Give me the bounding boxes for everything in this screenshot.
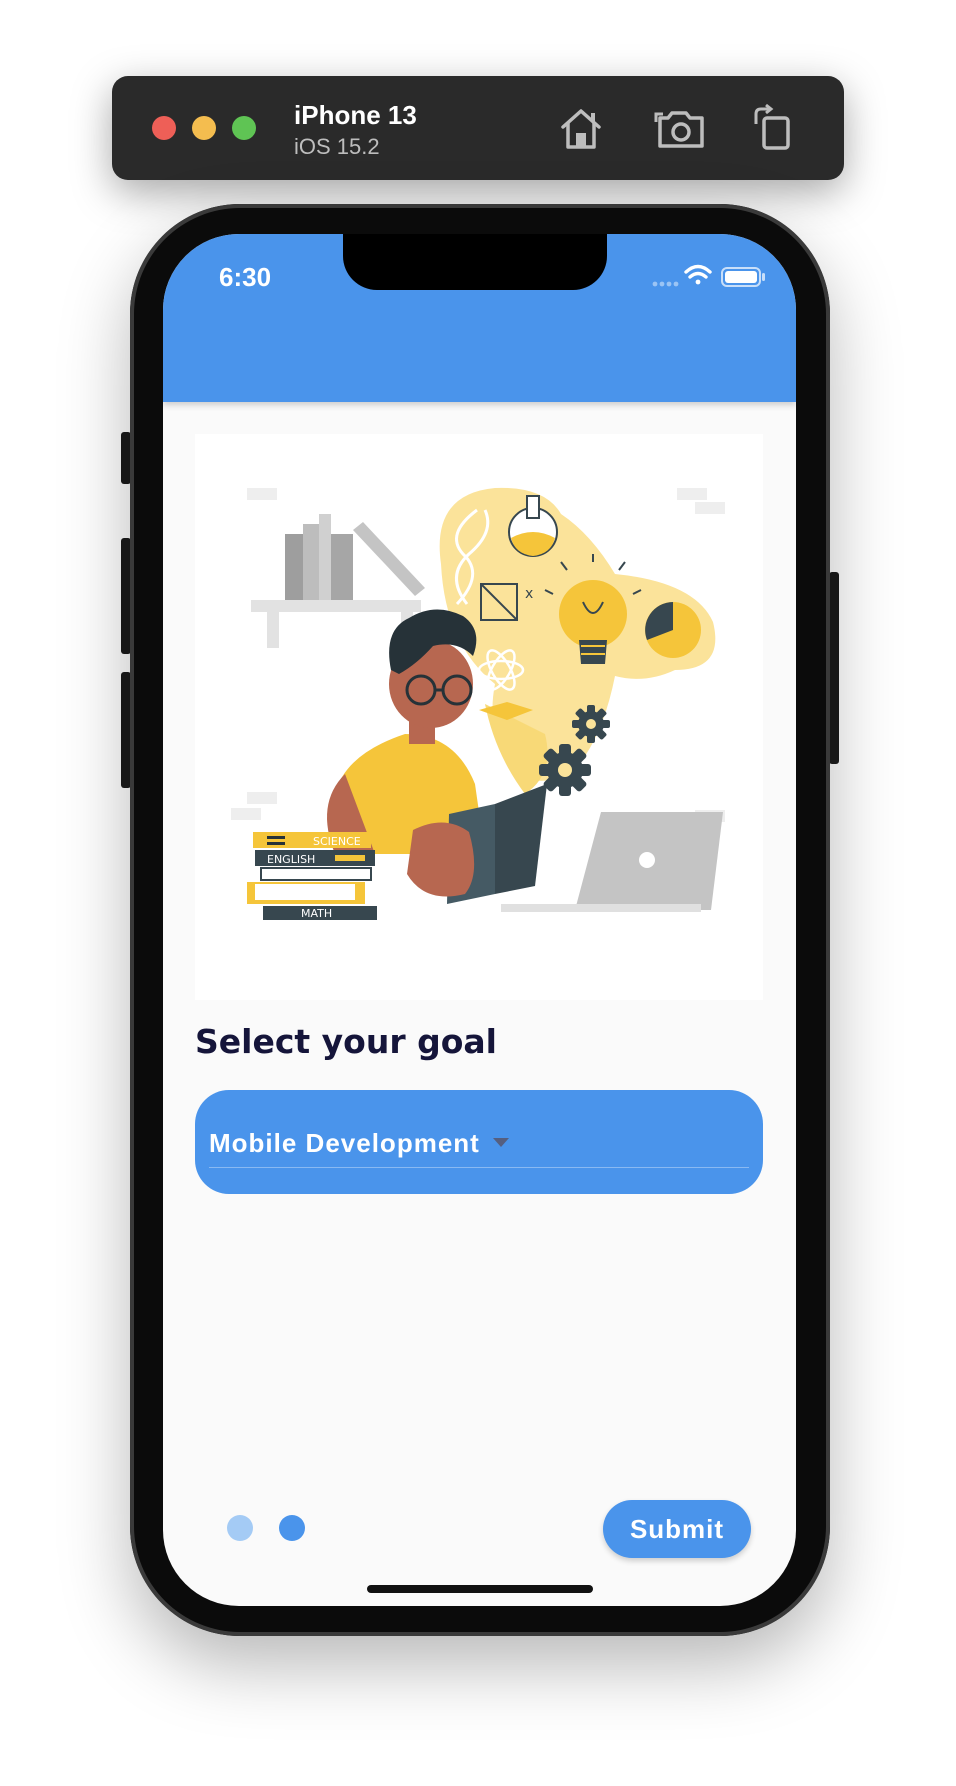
minimize-window-button[interactable] bbox=[192, 116, 216, 140]
phone-screen: 6:30 x E = mc² SCIENCE ENGLISH MATH Sele… bbox=[163, 234, 796, 1606]
home-indicator bbox=[367, 1585, 593, 1593]
book-label-english: ENGLISH bbox=[267, 853, 315, 866]
page-title: Select your goal bbox=[195, 1022, 497, 1061]
formula-label: E = mc² bbox=[613, 677, 677, 696]
status-time: 6:30 bbox=[219, 262, 272, 292]
student-study-illustration: x E = mc² SCIENCE ENGLISH MATH bbox=[195, 434, 763, 1000]
device-name: iPhone 13 bbox=[294, 100, 417, 130]
close-window-button[interactable] bbox=[152, 116, 176, 140]
page-indicator-dot-2 bbox=[279, 1515, 305, 1541]
home-icon[interactable] bbox=[554, 102, 608, 156]
notch bbox=[343, 234, 607, 290]
zoom-window-button[interactable] bbox=[232, 116, 256, 140]
svg-text:x: x bbox=[525, 586, 533, 602]
book-label-science: SCIENCE bbox=[313, 835, 361, 848]
screenshot-icon[interactable] bbox=[654, 102, 708, 156]
cellular-icon bbox=[652, 281, 679, 287]
battery-icon bbox=[721, 267, 765, 287]
status-indicators bbox=[652, 264, 765, 287]
submit-button[interactable]: Submit bbox=[603, 1500, 751, 1558]
dropdown-underline bbox=[209, 1167, 749, 1168]
power-button bbox=[829, 572, 839, 764]
chevron-down-icon bbox=[493, 1138, 509, 1147]
wifi-icon bbox=[684, 264, 712, 285]
goal-dropdown-value: Mobile Development bbox=[209, 1128, 480, 1158]
book-label-math: MATH bbox=[301, 907, 332, 920]
goal-dropdown[interactable]: Mobile Development bbox=[195, 1090, 763, 1194]
page-indicator-dot-1 bbox=[227, 1515, 253, 1541]
simulator-toolbar: iPhone 13 iOS 15.2 bbox=[112, 76, 844, 180]
rotate-icon[interactable] bbox=[748, 102, 802, 156]
device-os-version: iOS 15.2 bbox=[294, 134, 380, 159]
